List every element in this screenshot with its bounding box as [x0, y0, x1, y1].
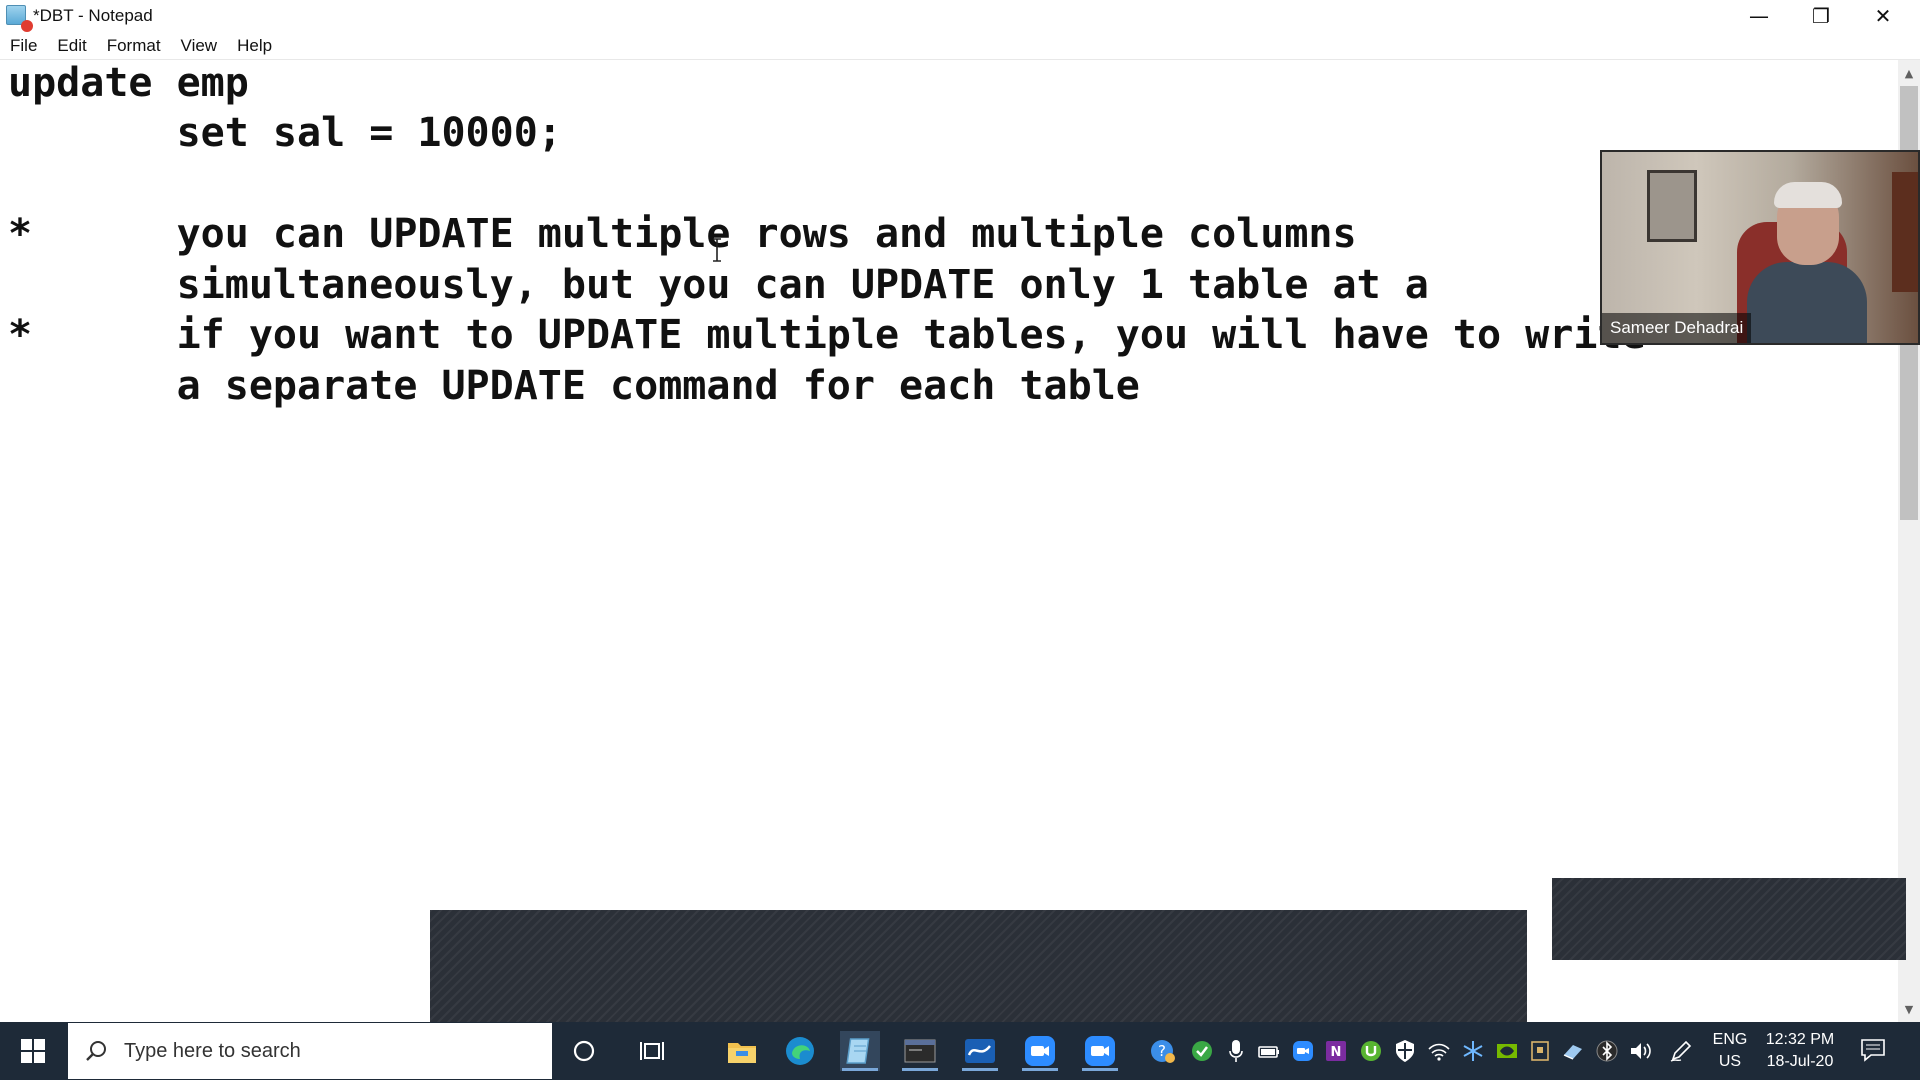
pen-icon[interactable]	[1668, 1038, 1694, 1064]
zoom-tray-icon[interactable]	[1290, 1038, 1316, 1064]
restore-button[interactable]: ❐	[1790, 0, 1852, 32]
snowflake-icon[interactable]	[1460, 1038, 1486, 1064]
notepad-icon	[6, 5, 33, 32]
onenote-icon[interactable]: N	[1323, 1038, 1349, 1064]
taskbar-search[interactable]: Type here to search	[68, 1023, 552, 1079]
redacted-overlay	[430, 910, 1527, 1022]
input-language[interactable]: ENG US	[1710, 1029, 1750, 1073]
zoom-meeting-icon[interactable]	[1080, 1031, 1120, 1071]
menu-view[interactable]: View	[171, 33, 228, 59]
close-button[interactable]: ✕	[1852, 0, 1914, 32]
region-code: US	[1718, 1053, 1742, 1070]
start-button[interactable]	[0, 1022, 66, 1080]
menu-format[interactable]: Format	[97, 33, 171, 59]
sync-icon[interactable]	[1560, 1038, 1586, 1064]
menu-help[interactable]: Help	[227, 33, 282, 59]
person-body	[1747, 262, 1867, 343]
active-indicator	[962, 1068, 998, 1071]
edge-icon[interactable]	[780, 1031, 820, 1071]
editor-line: * if you want to UPDATE multiple tables,…	[8, 312, 1646, 358]
editor-line: a separate UPDATE command for each table	[8, 363, 1140, 409]
whiteboard-icon[interactable]	[960, 1031, 1000, 1071]
bluetooth-icon[interactable]	[1594, 1038, 1620, 1064]
menu-file[interactable]: File	[0, 33, 47, 59]
text-cursor-icon	[713, 238, 721, 262]
wall-picture	[1647, 170, 1697, 242]
task-view-icon[interactable]	[632, 1031, 672, 1071]
title-bar: *DBT - Notepad — ❐ ✕	[0, 0, 1920, 32]
menu-edit[interactable]: Edit	[47, 33, 96, 59]
torrent-icon[interactable]	[1358, 1038, 1384, 1064]
file-explorer-icon[interactable]	[722, 1031, 762, 1071]
editor-line: simultaneously, but you can UPDATE only …	[8, 262, 1429, 308]
battery-icon[interactable]	[1256, 1038, 1282, 1064]
sql-plus-icon[interactable]	[900, 1031, 940, 1071]
search-placeholder: Type here to search	[124, 1040, 301, 1062]
wifi-icon[interactable]	[1426, 1038, 1452, 1064]
scroll-up-icon[interactable]: ▲	[1898, 62, 1920, 84]
recording-dot-icon	[21, 20, 33, 32]
participant-name: Sameer Dehadrai	[1602, 313, 1752, 343]
active-indicator	[842, 1068, 878, 1071]
cortana-icon[interactable]	[564, 1031, 604, 1071]
windows-logo-icon	[21, 1039, 45, 1063]
speaker-icon[interactable]	[1628, 1038, 1654, 1064]
scroll-down-icon[interactable]: ▼	[1898, 998, 1920, 1020]
person-hair	[1774, 182, 1842, 208]
redacted-overlay	[1552, 878, 1906, 960]
clock-time: 12:32 PM	[1765, 1031, 1835, 1048]
active-indicator	[902, 1068, 938, 1071]
active-indicator	[1082, 1068, 1118, 1071]
security-check-icon[interactable]	[1189, 1038, 1215, 1064]
nvidia-icon[interactable]	[1494, 1038, 1520, 1064]
search-icon	[86, 1041, 106, 1061]
microphone-icon[interactable]	[1223, 1038, 1249, 1064]
device-icon[interactable]	[1527, 1038, 1553, 1064]
menu-bar: File Edit Format View Help	[0, 33, 1920, 59]
notepad-taskbar-icon[interactable]	[840, 1031, 880, 1071]
zoom-icon[interactable]	[1020, 1031, 1060, 1071]
svg-text:?: ?	[1158, 1042, 1166, 1060]
shield-icon[interactable]	[1392, 1038, 1418, 1064]
notifications-icon[interactable]	[1860, 1038, 1890, 1064]
editor-line: update emp	[8, 60, 249, 106]
language-code: ENG	[1712, 1031, 1748, 1048]
svg-text:N: N	[1331, 1045, 1342, 1060]
minimize-button[interactable]: —	[1728, 0, 1790, 32]
window-title: *DBT - Notepad	[33, 6, 153, 25]
help-icon[interactable]: ?	[1150, 1038, 1176, 1064]
background-shelf	[1892, 172, 1918, 292]
active-indicator	[1022, 1068, 1058, 1071]
clock-date: 18-Jul-20	[1766, 1053, 1834, 1070]
editor-line: set sal = 10000;	[8, 110, 562, 156]
system-clock[interactable]: 12:32 PM 18-Jul-20	[1758, 1029, 1842, 1073]
editor-line: * you can UPDATE multiple rows and multi…	[8, 211, 1357, 257]
webcam-video: Sameer Dehadrai	[1600, 150, 1920, 345]
